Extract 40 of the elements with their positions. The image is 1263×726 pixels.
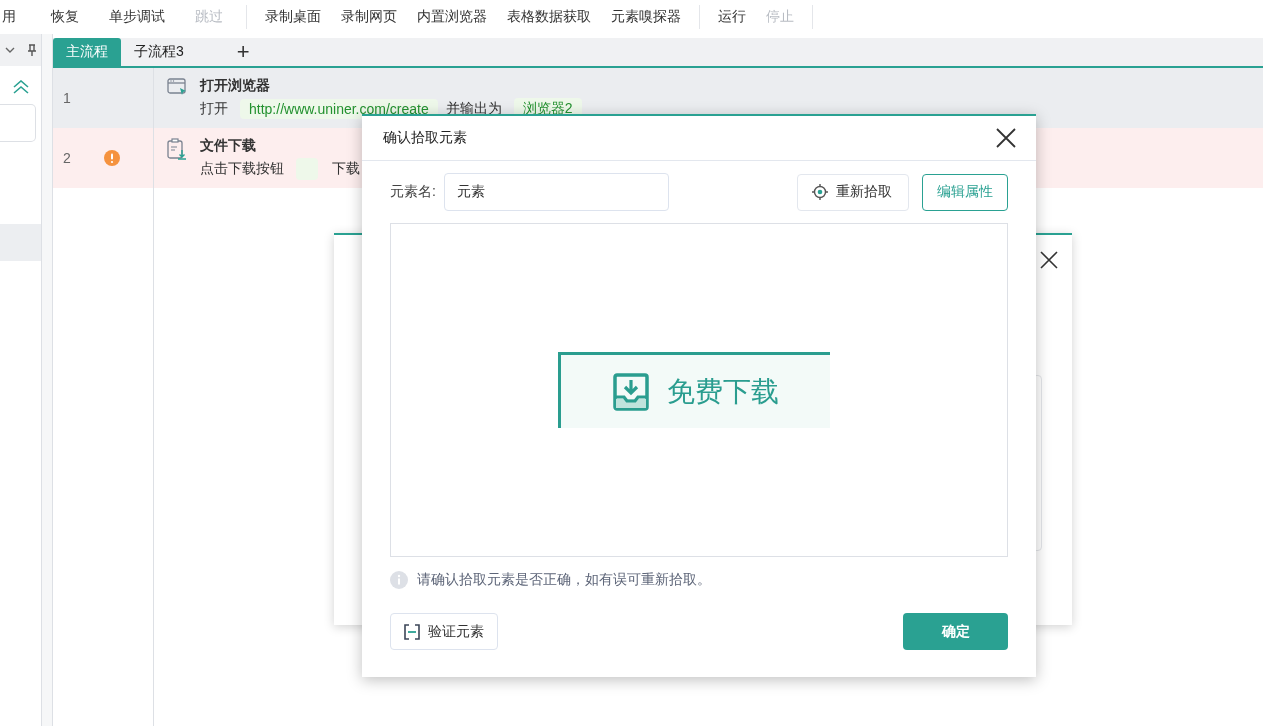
parameter-chip: http://www.uniner.com/create [240, 99, 438, 119]
step-text: 打开 [200, 100, 228, 118]
hint-text: 请确认拾取元素是否正确，如有误可重新拾取。 [417, 571, 711, 589]
toolbar-button[interactable]: 内置浏览器 [407, 8, 497, 26]
info-icon [390, 571, 408, 589]
toolbar-button[interactable]: 元素嗅探器 [601, 8, 691, 26]
target-icon [812, 184, 828, 200]
warning-icon [104, 150, 120, 166]
toolbar-button[interactable]: 恢复 [36, 8, 94, 26]
toolbar-button[interactable]: 运行 [708, 8, 756, 26]
toolbar-button[interactable]: 录制网页 [331, 8, 407, 26]
browser-icon [167, 78, 187, 96]
toolbar-button[interactable]: 表格数据获取 [497, 8, 601, 26]
frame-icon [404, 623, 420, 640]
element-name-field[interactable]: 元素 [443, 173, 669, 211]
add-tab-button[interactable]: + [236, 38, 250, 66]
input-field[interactable] [0, 104, 36, 142]
step-title: 文件下载 [200, 137, 257, 155]
step-text: 点击下载按钮 [200, 160, 284, 178]
toolbar-button[interactable]: 用 [2, 8, 36, 26]
field-label: 元素名: [390, 183, 436, 201]
clipboard-download-icon [167, 138, 187, 160]
highlighted-row [0, 224, 41, 261]
repick-button[interactable]: 重新拾取 [797, 173, 909, 211]
close-icon[interactable] [996, 128, 1016, 148]
step-title: 打开浏览器 [200, 77, 271, 95]
line-number: 2 [63, 150, 71, 166]
tab[interactable]: 子流程3 [121, 38, 197, 66]
chevron-down-icon[interactable] [4, 46, 15, 54]
toolbar-button[interactable]: 录制桌面 [255, 8, 331, 26]
pin-icon[interactable] [26, 44, 37, 56]
captured-button-text: 免费下载 [667, 374, 779, 409]
collapse-up-icon[interactable] [13, 80, 29, 94]
dialog-title: 确认拾取元素 [383, 129, 467, 147]
toolbar-button[interactable]: 单步调试 [94, 8, 180, 26]
close-icon[interactable] [1040, 251, 1058, 269]
line-number: 1 [63, 90, 71, 106]
download-tray-icon [613, 372, 649, 411]
verify-button[interactable]: 验证元素 [390, 613, 498, 650]
step-text: 下载 [332, 160, 360, 178]
